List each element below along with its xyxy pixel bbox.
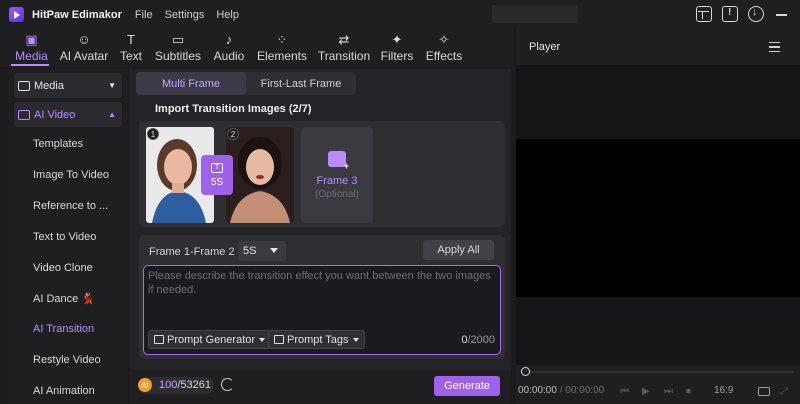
credits-text: 100/53261 [159,379,212,391]
title-placeholder [492,5,578,23]
player-panel: Player 00:00:00 / 00:00:00 ⏮ ▶ ⏭ ⏹ 16:9 … [516,29,800,404]
app-title: HitPaw Edimakor [32,8,122,21]
frame-2-number: 2 [227,128,239,140]
sidebar-item-ai-animation[interactable]: AI Animation [33,385,95,397]
tab-first-last-frame[interactable]: First-Last Frame [246,72,356,95]
tab-multi-frame[interactable]: Multi Frame [136,72,246,95]
menu-settings[interactable]: Settings [165,9,205,21]
folder-icon [18,80,30,91]
frames-strip: 1 2 T 5S Frame 3 (Optional) [139,121,505,227]
frame-pair-label: Frame 1-Frame 2 [149,246,235,258]
transition-icon: ⇄ [338,32,350,47]
stop-icon[interactable]: ⏹ [686,386,691,397]
chevron-down-icon [270,248,278,253]
tab-text[interactable]: T Text [113,29,149,67]
refresh-icon[interactable] [221,378,234,391]
playback-scrubber[interactable] [522,371,794,373]
ai-transition-panel: Multi Frame First-Last Frame Import Tran… [130,69,511,404]
timecode: 00:00:00 / 00:00:00 [518,385,605,396]
tab-subtitles[interactable]: ▭ Subtitles [149,29,207,67]
transition-settings: Frame 1-Frame 2 5S Apply All Please desc… [139,235,505,359]
tab-elements[interactable]: ⁘ Elements [251,29,313,67]
previous-frame-icon[interactable]: ⏮ [620,386,629,397]
download-icon[interactable] [748,6,764,22]
frame-2-thumbnail[interactable]: 2 [226,127,294,223]
prompt-generator-button[interactable]: Prompt Generator [148,330,272,349]
sidebar-item-ai-transition[interactable]: AI Transition [33,323,94,335]
prompt-generator-icon [154,335,164,344]
menu-file[interactable]: File [135,9,153,21]
tab-audio[interactable]: ♪ Audio [207,29,251,67]
tab-media[interactable]: ▣ Media [8,29,55,67]
chevron-down-icon [259,337,266,342]
scrubber-handle[interactable] [521,367,530,376]
left-sidebar: Media ▼ AI Video ▲ Templates Image To Vi… [8,69,128,404]
sidebar-item-restyle-video[interactable]: Restyle Video [33,354,101,366]
sidebar-item-templates[interactable]: Templates [33,138,83,150]
menu-icon[interactable] [769,42,780,52]
mode-switcher: Multi Frame First-Last Frame [136,72,356,95]
chevron-down-icon: ▼ [108,81,116,90]
tab-effects[interactable]: ✧ Effects [419,29,469,67]
menu-help[interactable]: Help [216,9,239,21]
sidebar-item-reference-to[interactable]: Reference to ... [33,200,108,212]
fullscreen-icon[interactable]: ⤢ [780,386,788,397]
audio-icon: ♪ [225,32,233,47]
player-viewport [516,139,800,297]
elements-icon: ⁘ [276,32,288,47]
prompt-tags-button[interactable]: Prompt Tags [268,330,365,349]
tab-transition[interactable]: ⇄ Transition [313,29,375,67]
chevron-down-icon [352,337,359,342]
character-counter: 0/2000 [461,334,495,346]
ai-video-icon [18,109,30,120]
layout-icon[interactable] [696,6,712,22]
frame-3-label: Frame 3 [316,174,358,187]
add-image-icon [328,150,349,171]
portrait-2-image [226,127,294,223]
player-title: Player [529,41,561,53]
frame-3-optional-label: (Optional) [315,188,359,200]
credits-coin-icon: AI [138,378,152,392]
minimize-icon[interactable] [774,6,790,22]
transition-duration-label: 5S [210,176,224,188]
active-tab-indicator [11,64,49,66]
avatar-icon: ☺ [77,32,91,47]
aspect-ratio-select[interactable]: 16:9 [714,385,733,396]
tag-icon [274,335,284,344]
add-frame-3-button[interactable]: Frame 3 (Optional) [301,127,373,223]
chevron-up-icon: ▲ [108,110,116,119]
title-bar: HitPaw Edimakor File Settings Help [0,0,800,29]
frame-1-number: 1 [147,128,159,140]
sidebar-category-media[interactable]: Media ▼ [14,73,122,98]
prompt-placeholder: Please describe the transition effect yo… [148,270,491,296]
generate-button[interactable]: Generate [434,376,500,396]
sidebar-item-video-clone[interactable]: Video Clone [33,262,93,274]
transition-duration-chip[interactable]: T 5S [201,155,233,195]
sidebar-item-ai-dance[interactable]: AI Dance 💃 [33,292,95,305]
feedback-icon[interactable] [722,6,738,22]
apply-all-button[interactable]: Apply All [423,240,494,260]
snapshot-icon[interactable] [758,387,770,396]
prompt-textarea[interactable]: Please describe the transition effect yo… [143,265,501,355]
next-frame-icon[interactable]: ⏭ [664,386,673,397]
tab-ai-avatar[interactable]: ☺ AI Avatar [55,29,113,67]
effects-icon: ✧ [438,32,450,47]
app-logo-icon [9,7,24,22]
filters-icon: ✦ [391,32,403,47]
transition-text-icon: T [211,162,223,173]
panel-footer: AI 100/53261 Generate [130,370,511,404]
sidebar-item-image-to-video[interactable]: Image To Video [33,169,109,181]
import-title: Import Transition Images (2/7) [155,103,312,115]
sidebar-category-ai-video[interactable]: AI Video ▲ [14,102,122,127]
subtitles-icon: ▭ [171,32,185,47]
sidebar-item-text-to-video[interactable]: Text to Video [33,231,96,243]
duration-select[interactable]: 5S [238,241,286,261]
play-icon[interactable]: ▶ [642,386,650,397]
text-icon: T [127,32,135,47]
media-icon: ▣ [25,32,38,47]
main-toolbar: ▣ Media ☺ AI Avatar T Text ▭ Subtitles ♪… [0,29,513,67]
tab-filters[interactable]: ✦ Filters [375,29,419,67]
